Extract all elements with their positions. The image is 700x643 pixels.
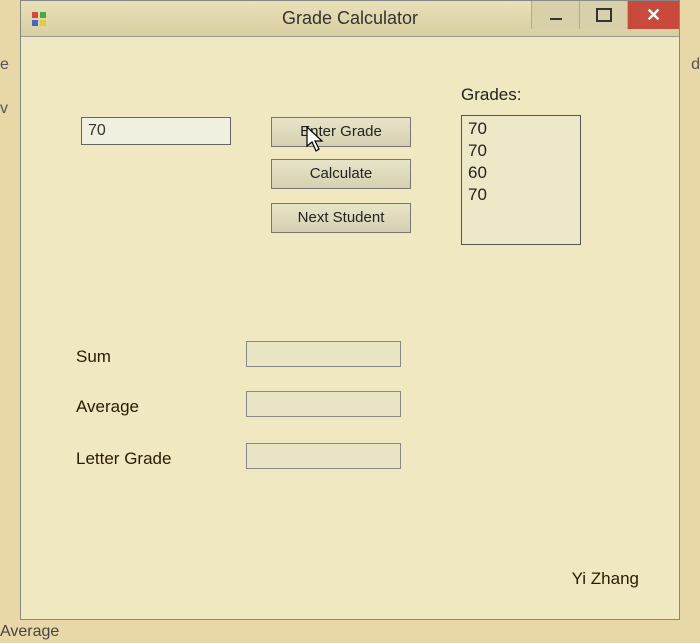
average-field [246,391,401,417]
client-area: Enter Grade Calculate Next Student Grade… [21,37,679,619]
letter-grade-label: Letter Grade [76,449,171,469]
background-text: e [0,56,9,74]
background-text: d [691,56,700,74]
grades-listbox[interactable]: 70 70 60 70 [461,115,581,245]
titlebar-buttons: ✕ [531,1,679,29]
background-text: Average [0,623,59,641]
list-item[interactable]: 60 [468,162,574,184]
grade-calculator-window: Grade Calculator ✕ Enter Grade Calculate… [20,0,680,620]
next-student-button[interactable]: Next Student [271,203,411,233]
background-text: v [0,100,8,118]
minimize-button[interactable] [531,1,579,29]
minimize-icon [550,10,562,20]
maximize-button[interactable] [579,1,627,29]
close-button[interactable]: ✕ [627,1,679,29]
grades-label: Grades: [461,85,521,105]
list-item[interactable]: 70 [468,140,574,162]
app-icon [31,11,47,27]
sum-label: Sum [76,347,111,367]
window-title: Grade Calculator [282,8,418,29]
calculate-button[interactable]: Calculate [271,159,411,189]
author-label: Yi Zhang [572,569,639,589]
grade-input[interactable] [81,117,231,145]
list-item[interactable]: 70 [468,184,574,206]
list-item[interactable]: 70 [468,118,574,140]
maximize-icon [596,8,612,22]
titlebar[interactable]: Grade Calculator ✕ [21,1,679,37]
enter-grade-button[interactable]: Enter Grade [271,117,411,147]
close-icon: ✕ [646,5,661,26]
average-label: Average [76,397,139,417]
sum-field [246,341,401,367]
letter-grade-field [246,443,401,469]
